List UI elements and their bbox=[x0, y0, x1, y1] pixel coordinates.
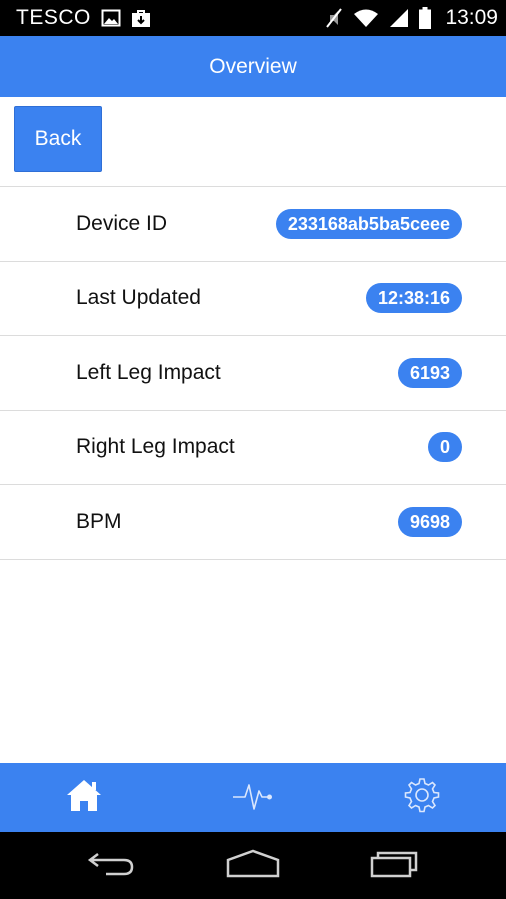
mute-icon bbox=[325, 7, 343, 29]
left-leg-impact-label: Left Leg Impact bbox=[76, 360, 221, 384]
list-item-left-leg-impact: Left Leg Impact 6193 bbox=[0, 336, 506, 411]
toolbar: Back bbox=[0, 97, 506, 187]
last-updated-label: Last Updated bbox=[76, 286, 201, 310]
wifi-icon bbox=[353, 8, 379, 28]
shopping-bag-icon bbox=[131, 8, 151, 28]
device-info-list: Device ID 233168ab5ba5ceee Last Updated … bbox=[0, 187, 506, 560]
bpm-badge: 9698 bbox=[397, 506, 462, 537]
back-arrow-icon bbox=[86, 848, 136, 883]
list-item-last-updated: Last Updated 12:38:16 bbox=[0, 262, 506, 336]
page-title: Overview bbox=[209, 54, 297, 78]
tab-home[interactable] bbox=[0, 763, 169, 832]
status-bar: TESCO 13:09 bbox=[0, 0, 506, 36]
tab-heartbeat[interactable] bbox=[169, 763, 338, 832]
signal-icon bbox=[389, 8, 409, 28]
back-button[interactable]: Back bbox=[14, 106, 102, 172]
app-header: Overview bbox=[0, 36, 506, 97]
recent-apps-icon bbox=[369, 848, 421, 883]
status-left: TESCO bbox=[16, 6, 151, 30]
list-item-device-id: Device ID 233168ab5ba5ceee bbox=[0, 187, 506, 262]
right-leg-impact-badge: 0 bbox=[427, 432, 462, 463]
battery-icon bbox=[419, 7, 432, 29]
image-icon bbox=[101, 9, 121, 27]
heartbeat-icon bbox=[231, 775, 275, 820]
nav-home-button[interactable] bbox=[213, 841, 293, 891]
home-icon bbox=[65, 777, 103, 818]
bpm-label: BPM bbox=[76, 509, 122, 533]
last-updated-badge: 12:38:16 bbox=[365, 283, 462, 314]
settings-gear-icon bbox=[403, 776, 441, 819]
status-clock: 13:09 bbox=[445, 6, 498, 29]
system-nav-bar bbox=[0, 832, 506, 899]
device-id-badge: 233168ab5ba5ceee bbox=[275, 208, 462, 239]
nav-back-button[interactable] bbox=[71, 841, 151, 891]
carrier-name: TESCO bbox=[16, 6, 91, 29]
left-leg-impact-badge: 6193 bbox=[397, 357, 462, 388]
tab-settings[interactable] bbox=[337, 763, 506, 832]
status-right: 13:09 bbox=[325, 6, 498, 30]
home-nav-icon bbox=[225, 848, 281, 883]
list-item-bpm: BPM 9698 bbox=[0, 485, 506, 560]
nav-recent-apps-button[interactable] bbox=[355, 841, 435, 891]
right-leg-impact-label: Right Leg Impact bbox=[76, 435, 235, 459]
list-item-right-leg-impact: Right Leg Impact 0 bbox=[0, 411, 506, 485]
bottom-tab-bar bbox=[0, 763, 506, 832]
device-id-label: Device ID bbox=[76, 211, 168, 235]
